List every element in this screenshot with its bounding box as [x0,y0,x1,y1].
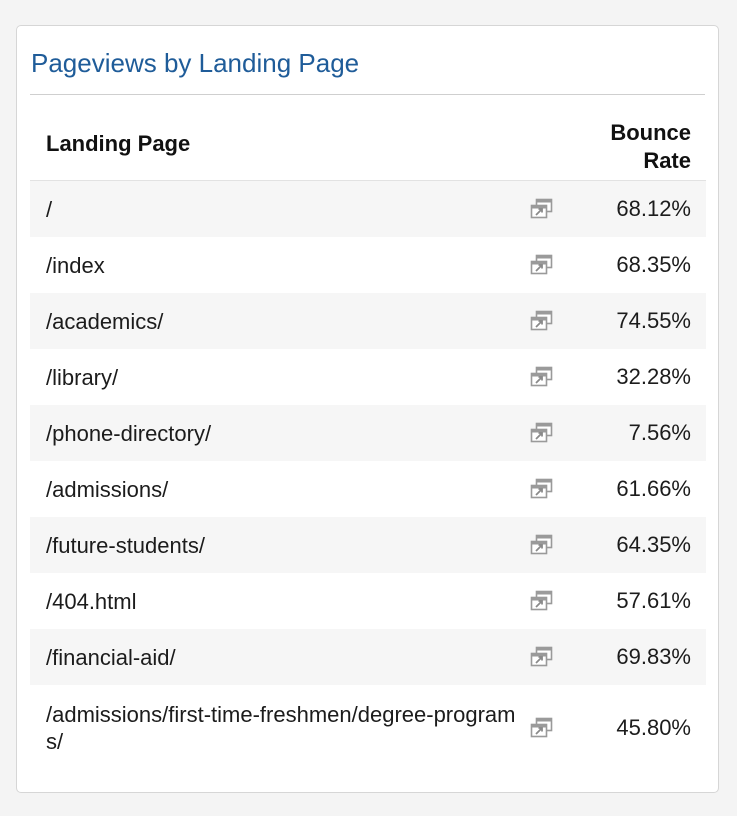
landing-page-link[interactable]: /admissions/first-time-freshmen/degree-p… [46,701,532,755]
open-in-new-window-icon[interactable] [530,590,554,612]
landing-page-link[interactable]: / [46,196,532,223]
open-in-new-window-icon[interactable] [530,646,554,668]
table-header: Landing Page Bounce Rate [30,112,706,181]
table-row: /404.html 57.61% [30,573,706,629]
open-in-new-window-icon[interactable] [530,366,554,388]
landing-page-link[interactable]: /library/ [46,364,532,391]
bounce-rate-value: 45.80% [616,714,691,740]
bounce-rate-value: 74.55% [616,308,691,333]
landing-page-link[interactable]: /phone-directory/ [46,420,532,447]
table-body: / 68.12% /index 68.35% /academics/ 74.55… [30,181,706,770]
landing-page-link[interactable]: /404.html [46,588,532,615]
panel-title: Pageviews by Landing Page [31,48,360,78]
column-header-bounce-rate[interactable]: Bounce Rate [571,119,691,175]
open-in-new-window-icon[interactable] [530,422,554,444]
open-in-new-window-icon[interactable] [530,534,554,556]
bounce-rate-value: 57.61% [616,588,691,613]
bounce-rate-value: 68.12% [616,196,691,221]
table-row: /admissions/first-time-freshmen/degree-p… [30,685,706,770]
bounce-rate-value: 61.66% [616,476,691,501]
landing-page-link[interactable]: /future-students/ [46,532,532,559]
table-row: /academics/ 74.55% [30,293,706,349]
table-row: /library/ 32.28% [30,349,706,405]
open-in-new-window-icon[interactable] [530,717,554,739]
landing-page-link[interactable]: /financial-aid/ [46,644,532,671]
table-row: / 68.12% [30,181,706,237]
landing-page-link[interactable]: /admissions/ [46,476,532,503]
table-row: /index 68.35% [30,237,706,293]
bounce-rate-value: 32.28% [616,364,691,389]
landing-page-link[interactable]: /academics/ [46,308,532,335]
table-row: /phone-directory/ 7.56% [30,405,706,461]
bounce-rate-value: 64.35% [616,532,691,557]
bounce-rate-value: 69.83% [616,644,691,669]
open-in-new-window-icon[interactable] [530,198,554,220]
landing-page-link[interactable]: /index [46,252,532,279]
table-row: /admissions/ 61.66% [30,461,706,517]
pageviews-panel: Pageviews by Landing Page Landing Page B… [16,25,719,793]
table-row: /future-students/ 64.35% [30,517,706,573]
open-in-new-window-icon[interactable] [530,478,554,500]
open-in-new-window-icon[interactable] [530,254,554,276]
column-header-landing-page[interactable]: Landing Page [46,131,190,157]
table-row: /financial-aid/ 69.83% [30,629,706,685]
bounce-rate-value: 68.35% [616,252,691,277]
bounce-rate-value: 7.56% [628,420,691,445]
title-divider [30,94,705,95]
landing-page-table: Landing Page Bounce Rate / 68.12% /index [30,112,706,770]
open-in-new-window-icon[interactable] [530,310,554,332]
